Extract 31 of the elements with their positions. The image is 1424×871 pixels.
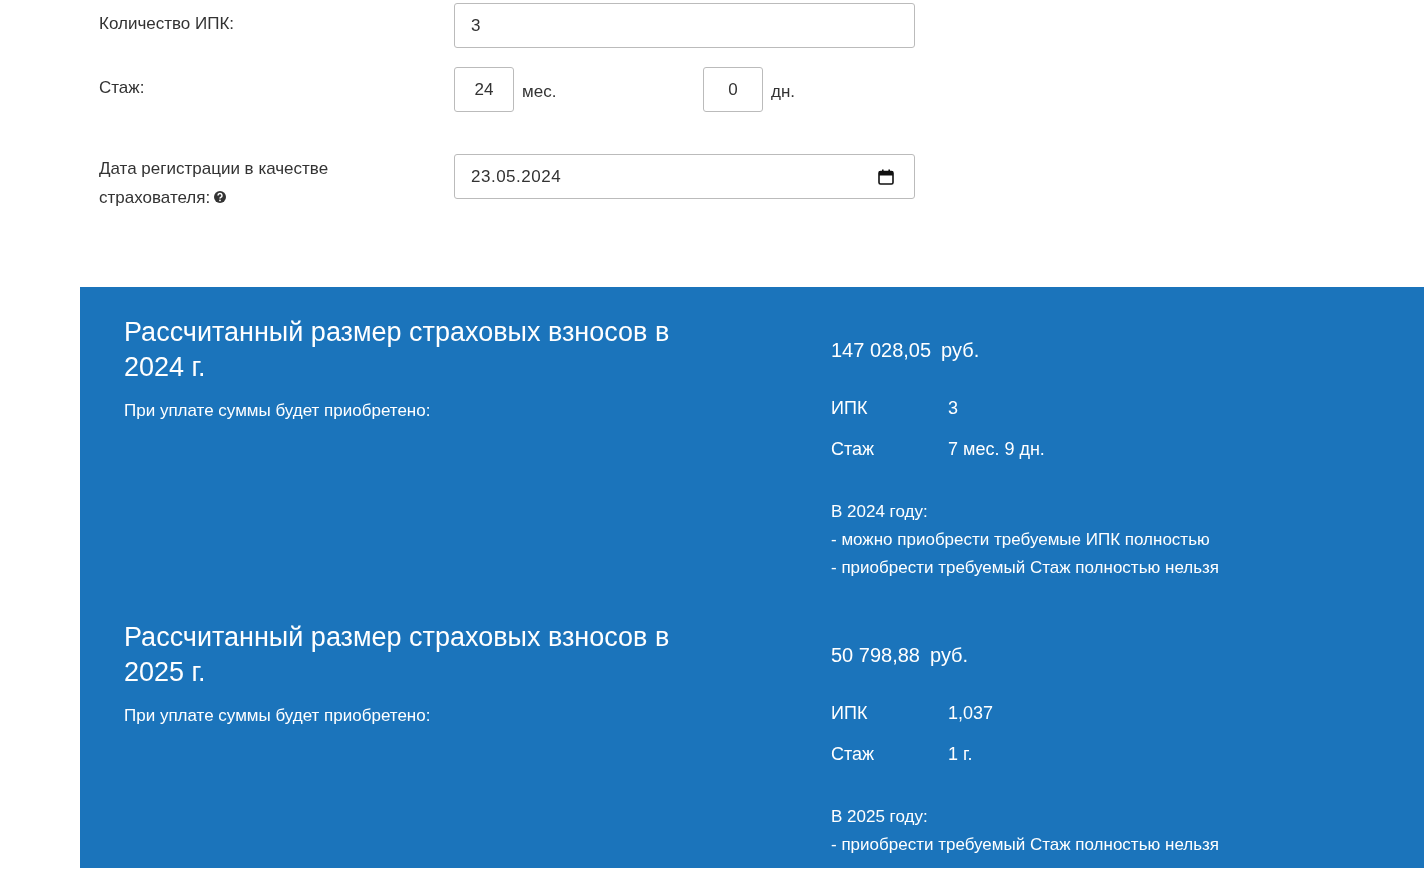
item-value: 1 г. [948,744,974,765]
result-subtitle: При уплате суммы будет приобретено: [124,401,432,421]
duration-input[interactable]: 24 [454,67,514,112]
item-label: Стаж [831,439,876,460]
unit-label: мес. [522,80,557,102]
note-text: - можно приобрести требуемые ИПК полностью [831,529,1211,551]
result-title: Рассчитанный размер страховых взносов в 2025 г. [124,621,671,689]
unit-label: дн. [771,80,796,102]
ipk-input[interactable]: 3 [454,3,915,48]
item-value: 3 [948,398,959,419]
amount-value: 50 798,88 [831,644,920,667]
note-text: - приобрести требуемый Стаж полностью нельзя [831,834,1220,856]
item-label: ИПК [831,398,869,419]
item-label: ИПК [831,703,869,724]
duration-input[interactable]: 0 [703,67,763,112]
item-value: 7 мес. 9 дн. [948,439,1046,460]
field-label: Стаж: [99,78,145,97]
date-field[interactable]: 23.05.2024 [454,154,915,199]
note-text: - приобрести требуемый Стаж полностью нельзя [831,557,1220,579]
currency-label: руб. [941,339,980,362]
item-label: Стаж [831,744,876,765]
result-title: Рассчитанный размер страховых взносов в 2024 г. [124,316,671,384]
note-title: В 2025 году: [831,806,929,828]
calendar-icon [878,168,894,185]
field-label: Дата регистрации в качестве страхователя: [99,159,329,207]
item-value: 1,037 [948,703,995,724]
note-title: В 2024 году: [831,501,929,523]
field-label: Количество ИПК: [99,14,235,33]
amount-value: 147 028,05 [831,339,932,362]
result-subtitle: При уплате суммы будет приобретено: [124,706,432,726]
currency-label: руб. [930,644,969,667]
